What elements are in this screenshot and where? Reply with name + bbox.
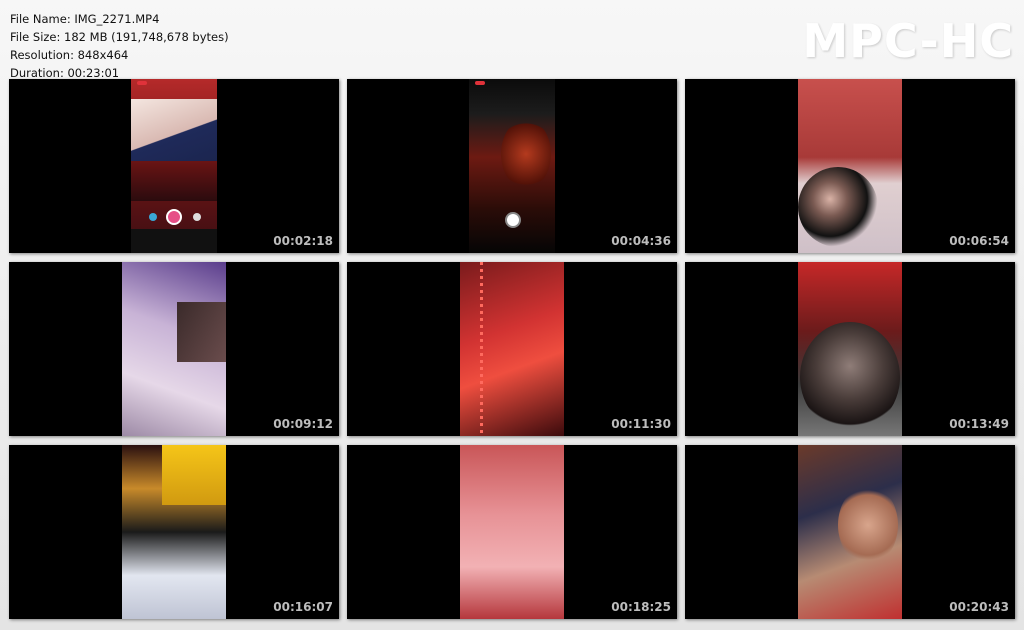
video-frame-7 (122, 445, 226, 619)
file-info: File Name: IMG_2271.MP4 File Size: 182 M… (10, 10, 229, 82)
video-frame-3 (798, 79, 902, 253)
resolution: Resolution: 848x464 (10, 48, 129, 62)
thumbnail-3[interactable]: 00:06:54 (685, 79, 1015, 253)
thumbnail-1[interactable]: 00:02:18 (9, 79, 339, 253)
timestamp-4: 00:09:12 (273, 417, 333, 431)
thumbnail-4[interactable]: 00:09:12 (9, 262, 339, 436)
video-frame-2 (469, 79, 555, 253)
thumbnail-7[interactable]: 00:16:07 (9, 445, 339, 619)
video-frame-8 (460, 445, 564, 619)
video-frame-1 (131, 79, 217, 253)
video-frame-4 (122, 262, 226, 436)
thumbnail-8[interactable]: 00:18:25 (347, 445, 677, 619)
mpc-hc-logo: MPC-HC (802, 14, 1014, 68)
thumbnail-5[interactable]: 00:11:30 (347, 262, 677, 436)
timestamp-3: 00:06:54 (949, 234, 1009, 248)
timestamp-6: 00:13:49 (949, 417, 1009, 431)
timestamp-1: 00:02:18 (273, 234, 333, 248)
thumbnail-2[interactable]: 00:04:36 (347, 79, 677, 253)
timestamp-2: 00:04:36 (611, 234, 671, 248)
file-name: File Name: IMG_2271.MP4 (10, 12, 160, 26)
file-size: File Size: 182 MB (191,748,678 bytes) (10, 30, 229, 44)
timestamp-5: 00:11:30 (611, 417, 671, 431)
thumbnail-grid: 00:02:18 00:04:36 00:06:54 00:09:12 00:1… (9, 79, 1015, 621)
video-frame-5 (460, 262, 564, 436)
timestamp-9: 00:20:43 (949, 600, 1009, 614)
video-frame-9 (798, 445, 902, 619)
thumbnail-9[interactable]: 00:20:43 (685, 445, 1015, 619)
thumbnail-6[interactable]: 00:13:49 (685, 262, 1015, 436)
timestamp-7: 00:16:07 (273, 600, 333, 614)
video-frame-6 (798, 262, 902, 436)
timestamp-8: 00:18:25 (611, 600, 671, 614)
